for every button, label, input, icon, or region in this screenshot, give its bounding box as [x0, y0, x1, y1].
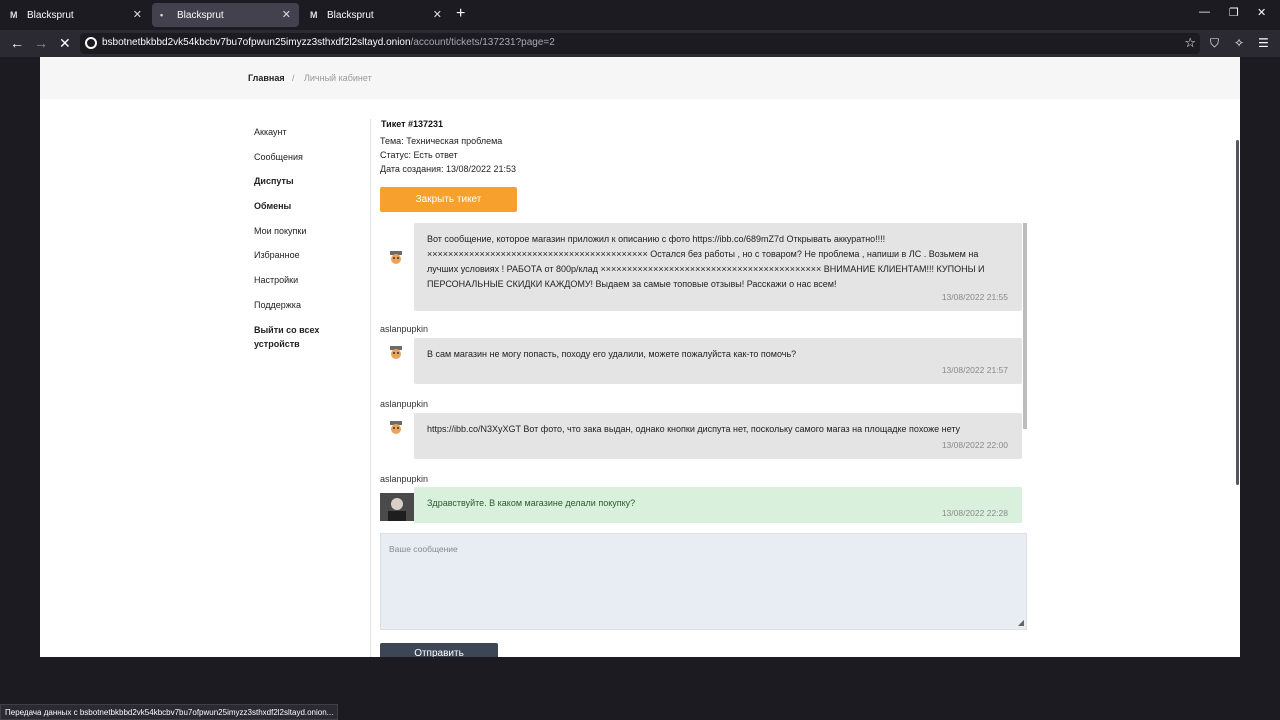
extension-icon[interactable]: ✧ — [1234, 36, 1244, 50]
loading-dot-icon: • — [160, 9, 164, 20]
message-bubble-reply: Здравствуйте. В каком магазине делали по… — [414, 487, 1022, 523]
message-username: aslanpupkin — [380, 399, 429, 409]
window-close-icon[interactable]: ✕ — [1257, 6, 1266, 19]
sidebar-item-support[interactable]: Поддержка — [254, 298, 364, 323]
close-ticket-button[interactable]: Закрыть тикет — [380, 187, 517, 212]
browser-tabbar: M Blacksprut ✕ • Blacksprut ✕ M Blackspr… — [0, 0, 1280, 30]
ticket-title: Тикет #137231 — [381, 119, 444, 129]
chat-history[interactable]: Вот сообщение, которое магазин приложил … — [380, 223, 1027, 523]
ticket-created: Дата создания: 13/08/2022 21:53 — [380, 164, 517, 174]
resize-grip-icon[interactable]: ◢ — [1018, 618, 1024, 627]
sidebar-item-favorites[interactable]: Избранное — [254, 248, 364, 273]
sidebar-item-logout-all[interactable]: Выйти со всех устройств — [254, 323, 334, 353]
breadcrumb-home[interactable]: Главная — [248, 73, 285, 83]
sidebar-item-exchanges[interactable]: Обмены — [254, 199, 364, 224]
message-time: 13/08/2022 21:55 — [941, 292, 1008, 302]
browser-tab-2[interactable]: • Blacksprut ✕ — [152, 3, 299, 27]
message-bubble: Вот сообщение, которое магазин приложил … — [414, 223, 1022, 311]
status-bar: Передача данных с bsbotnetbkbbd2vk54kbcb… — [0, 704, 339, 720]
address-bar[interactable]: bsbotnetbkbbd2vk54kbcbv7bu7ofpwun25imyzz… — [80, 33, 1200, 54]
tab-close-icon[interactable]: ✕ — [282, 8, 291, 21]
site-favicon-icon: M — [310, 9, 318, 20]
message-bubble: В сам магазин не могу попасть, походу ег… — [414, 338, 1022, 384]
site-favicon-icon: M — [10, 9, 18, 20]
user-avatar-icon — [390, 421, 402, 434]
message-text: Вот сообщение, которое магазин приложил … — [427, 234, 985, 289]
hamburger-icon[interactable]: ☰ — [1258, 36, 1269, 50]
new-tab-icon[interactable]: + — [456, 5, 465, 23]
minimize-icon[interactable]: — — [1199, 6, 1210, 18]
message-time: 13/08/2022 22:00 — [941, 440, 1008, 450]
page-scrollbar[interactable] — [1236, 140, 1239, 485]
browser-tab-3[interactable]: M Blacksprut ✕ — [302, 3, 450, 27]
url-host: bsbotnetbkbbd2vk54kbcbv7bu7ofpwun25imyzz… — [102, 37, 411, 48]
tab-close-icon[interactable]: ✕ — [133, 8, 142, 21]
message-text: Здравствуйте. В каком магазине делали по… — [427, 498, 636, 508]
browser-tab-1[interactable]: M Blacksprut ✕ — [2, 3, 150, 27]
message-time: 13/08/2022 22:28 — [941, 508, 1008, 518]
site-info-icon[interactable] — [85, 37, 97, 49]
message-text: В сам магазин не могу попасть, походу ег… — [427, 349, 797, 359]
sidebar-item-messages[interactable]: Сообщения — [254, 150, 364, 175]
chat-scrollbar[interactable] — [1023, 223, 1027, 429]
url-path: /account/tickets/137231?page=2 — [410, 37, 555, 48]
ticket-topic: Тема: Техническая проблема — [380, 136, 503, 146]
ticket-status: Статус: Есть ответ — [380, 150, 458, 160]
arrow-left-icon[interactable]: ← — [10, 35, 24, 51]
message-bubble: https://ibb.co/N3XyXGT Вот фото, что зак… — [414, 413, 1022, 459]
sidebar-item-disputes[interactable]: Диспуты — [254, 174, 364, 199]
support-avatar-icon — [380, 493, 414, 521]
sidebar-item-account[interactable]: Аккаунт — [254, 125, 364, 150]
sidebar-item-settings[interactable]: Настройки — [254, 273, 364, 298]
sidebar-divider — [370, 119, 371, 657]
message-username: aslanpupkin — [380, 324, 429, 334]
send-button[interactable]: Отправить — [380, 643, 498, 657]
message-username: aslanpupkin — [380, 474, 429, 484]
breadcrumb: Главная / Личный кабинет — [40, 57, 1240, 99]
shield-icon[interactable]: ⛉ — [1210, 36, 1219, 51]
tab-label: Blacksprut — [327, 9, 374, 21]
tab-close-icon[interactable]: ✕ — [433, 8, 442, 21]
account-sidebar: Аккаунт Сообщения Диспуты Обмены Мои пок… — [254, 125, 364, 353]
message-text: https://ibb.co/N3XyXGT Вот фото, что зак… — [427, 424, 961, 434]
breadcrumb-separator: / — [292, 73, 295, 83]
address-url[interactable]: bsbotnetbkbbd2vk54kbcbv7bu7ofpwun25imyzz… — [102, 37, 555, 48]
message-placeholder: Ваше сообщение — [389, 544, 458, 554]
restore-icon[interactable]: ❐ — [1229, 6, 1239, 19]
tab-label: Blacksprut — [177, 9, 224, 21]
tab-label: Blacksprut — [27, 9, 74, 21]
stop-loading-icon[interactable]: ✕ — [59, 35, 71, 51]
message-input[interactable]: Ваше сообщение ◢ — [380, 533, 1027, 630]
user-avatar-icon — [390, 346, 402, 359]
page-viewport: Главная / Личный кабинет Аккаунт Сообщен… — [40, 57, 1240, 657]
breadcrumb-current: Личный кабинет — [304, 73, 372, 83]
arrow-right-icon[interactable]: → — [34, 35, 48, 51]
sidebar-item-purchases[interactable]: Мои покупки — [254, 224, 364, 249]
browser-navbar: ← → ✕ bsbotnetbkbbd2vk54kbcbv7bu7ofpwun2… — [0, 30, 1280, 57]
user-avatar-icon — [390, 251, 402, 264]
message-time: 13/08/2022 21:57 — [941, 365, 1008, 375]
star-icon[interactable]: ☆ — [1184, 35, 1196, 51]
